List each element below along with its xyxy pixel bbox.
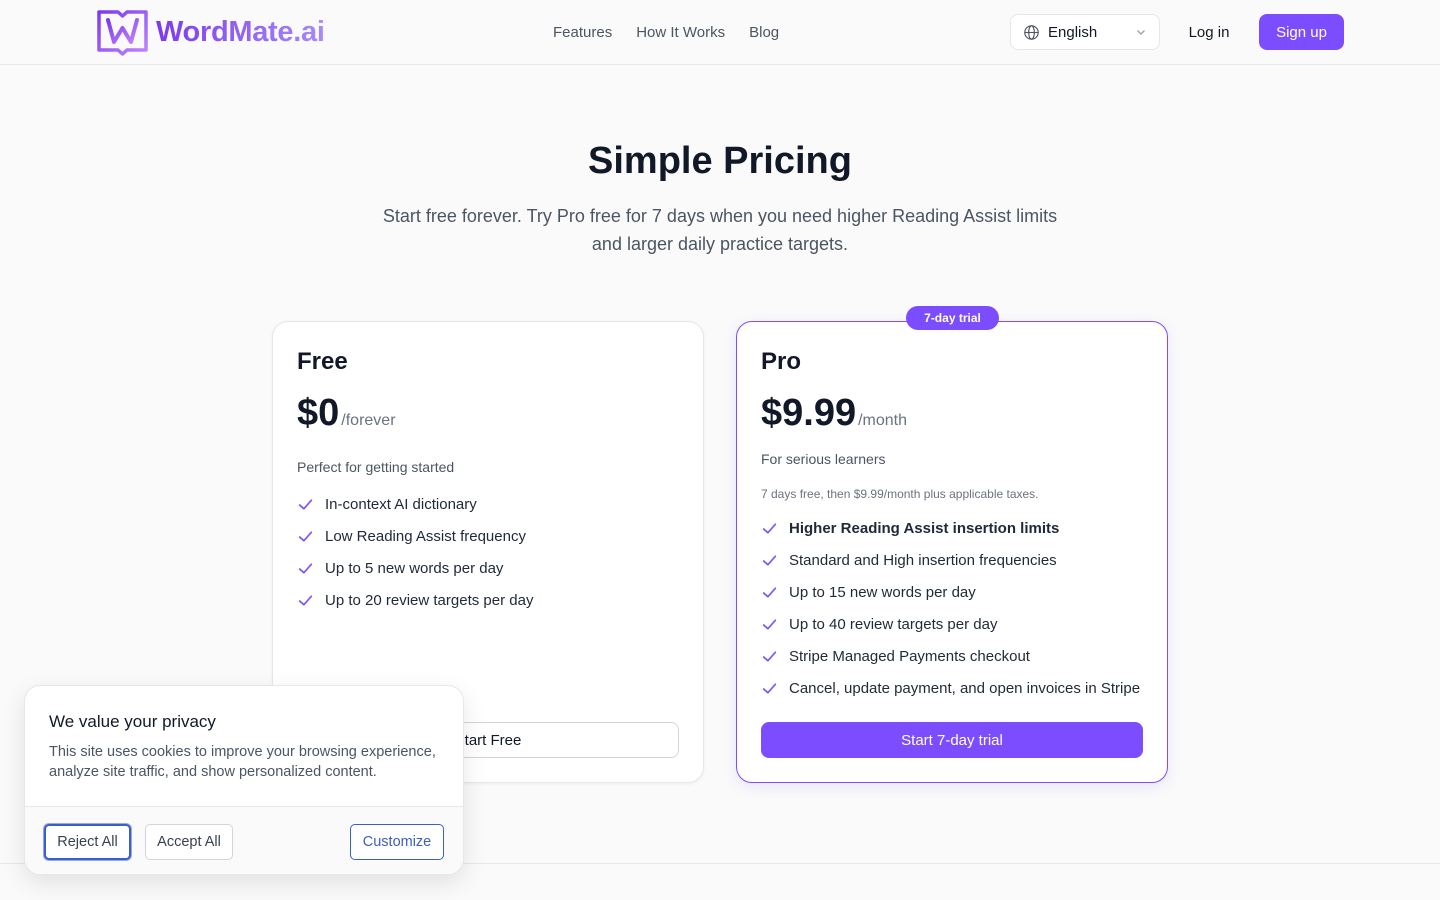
signup-button[interactable]: Sign up bbox=[1259, 14, 1344, 50]
check-icon bbox=[298, 562, 313, 574]
nav-link-how-it-works[interactable]: How It Works bbox=[636, 24, 725, 41]
brand-name: WordMate.ai bbox=[156, 15, 325, 48]
globe-icon bbox=[1024, 24, 1039, 40]
check-icon bbox=[762, 618, 777, 630]
feature-item: Up to 40 review targets per day bbox=[761, 608, 1140, 640]
reject-all-button[interactable]: Reject All bbox=[44, 824, 131, 860]
plan-name: Free bbox=[297, 348, 348, 375]
check-icon bbox=[762, 682, 777, 694]
plan-name: Pro bbox=[761, 348, 802, 375]
feature-item: Up to 5 new words per day bbox=[297, 552, 533, 584]
nav-link-features[interactable]: Features bbox=[553, 24, 612, 41]
plan-price: $9.99 /month bbox=[761, 392, 907, 435]
page-title: Simple Pricing bbox=[588, 140, 852, 182]
language-select[interactable]: English bbox=[1010, 14, 1160, 50]
check-icon bbox=[298, 498, 313, 510]
start-trial-button[interactable]: Start 7-day trial bbox=[761, 722, 1143, 758]
cookie-consent-banner: We value your privacy This site uses coo… bbox=[24, 685, 464, 875]
feature-item: Up to 15 new words per day bbox=[761, 576, 1140, 608]
trial-badge: 7-day trial bbox=[906, 306, 999, 330]
chevron-down-icon bbox=[1137, 30, 1145, 35]
price-period: /month bbox=[858, 412, 908, 429]
accept-all-button[interactable]: Accept All bbox=[145, 824, 233, 860]
check-icon bbox=[762, 554, 777, 566]
feature-item: Higher Reading Assist insertion limits bbox=[761, 512, 1140, 544]
check-icon bbox=[762, 522, 777, 534]
book-w-logo-icon bbox=[97, 10, 148, 56]
customize-button[interactable]: Customize bbox=[350, 824, 444, 860]
cookie-title: We value your privacy bbox=[49, 712, 216, 731]
feature-item: Cancel, update payment, and open invoice… bbox=[761, 672, 1140, 704]
feature-item: Low Reading Assist frequency bbox=[297, 520, 533, 552]
cookie-text: This site uses cookies to improve your b… bbox=[49, 744, 436, 780]
main-nav: Features How It Works Blog bbox=[553, 0, 779, 64]
plan-fine-print: 7 days free, then $9.99/month plus appli… bbox=[761, 487, 1039, 501]
check-icon bbox=[762, 650, 777, 662]
feature-list: In-context AI dictionary Low Reading Ass… bbox=[297, 488, 533, 616]
check-icon bbox=[298, 594, 313, 606]
feature-item: Up to 20 review targets per day bbox=[297, 584, 533, 616]
site-header: WordMate.ai Features How It Works Blog E… bbox=[0, 0, 1440, 65]
brand-logo[interactable]: WordMate.ai bbox=[96, 8, 325, 56]
plan-description: For serious learners bbox=[761, 451, 886, 467]
plan-price: $0 /forever bbox=[297, 392, 396, 435]
feature-item: Standard and High insertion frequencies bbox=[761, 544, 1140, 576]
login-button[interactable]: Log in bbox=[1174, 14, 1244, 50]
cookie-actions: Reject All Accept All Customize bbox=[25, 806, 463, 874]
pricing-card-pro: Pro $9.99 /month For serious learners 7 … bbox=[736, 321, 1168, 783]
check-icon bbox=[762, 586, 777, 598]
language-label: English bbox=[1048, 23, 1098, 41]
nav-link-blog[interactable]: Blog bbox=[749, 24, 779, 41]
feature-item: Stripe Managed Payments checkout bbox=[761, 640, 1140, 672]
price-amount: $9.99 bbox=[761, 392, 857, 434]
price-period: /forever bbox=[341, 412, 396, 429]
price-amount: $0 bbox=[297, 392, 340, 434]
feature-item: In-context AI dictionary bbox=[297, 488, 533, 520]
page-subtitle: Start free forever. Try Pro free for 7 d… bbox=[382, 206, 1058, 254]
feature-list: Higher Reading Assist insertion limits S… bbox=[761, 512, 1140, 704]
plan-description: Perfect for getting started bbox=[297, 459, 455, 475]
check-icon bbox=[298, 530, 313, 542]
